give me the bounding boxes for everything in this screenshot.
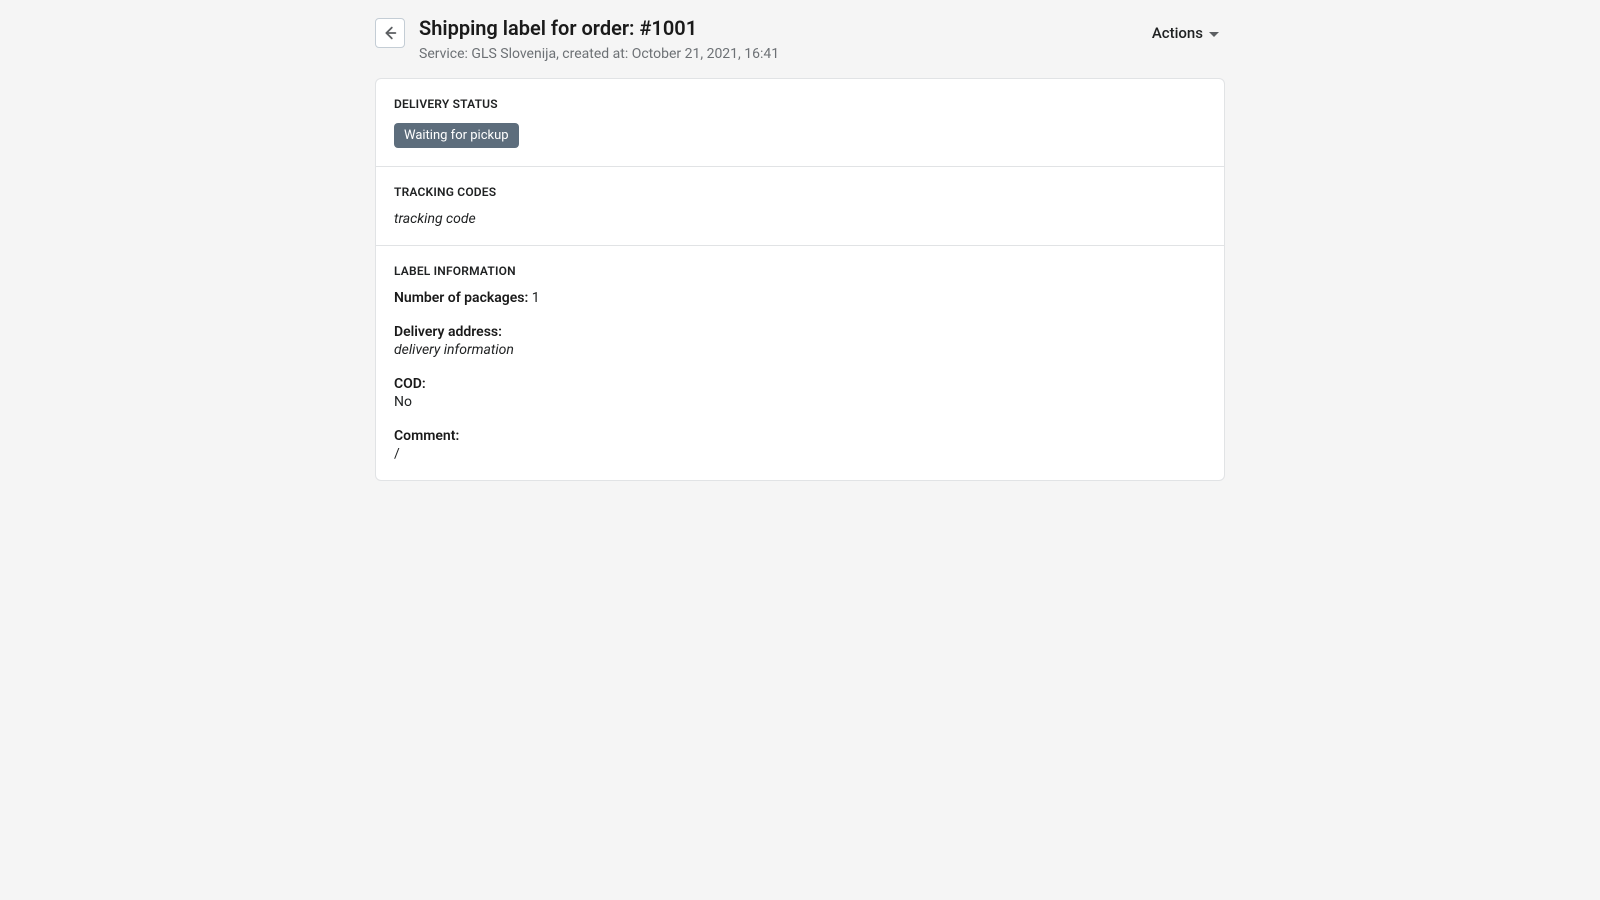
delivery-status-section: DELIVERY STATUS Waiting for pickup: [376, 79, 1224, 166]
page-subtitle: Service: GLS Slovenija, created at: Octo…: [419, 46, 779, 62]
label-info-heading: LABEL INFORMATION: [394, 264, 1206, 278]
num-packages-label: Number of packages:: [394, 290, 528, 306]
label-info-section: LABEL INFORMATION Number of packages: 1 …: [376, 245, 1224, 480]
delivery-address-row: Delivery address: delivery information: [394, 324, 1206, 358]
page-title: Shipping label for order: #1001: [419, 16, 779, 40]
status-badge: Waiting for pickup: [394, 123, 519, 148]
page-header: Shipping label for order: #1001 Service:…: [375, 16, 1225, 62]
chevron-down-icon: [1209, 32, 1219, 37]
tracking-code-value: tracking code: [394, 211, 1206, 227]
delivery-address-label: Delivery address:: [394, 324, 1206, 340]
num-packages-row: Number of packages: 1: [394, 290, 1206, 306]
cod-label: COD:: [394, 376, 1206, 392]
delivery-address-value: delivery information: [394, 342, 1206, 358]
comment-value: /: [394, 446, 1206, 462]
header-left: Shipping label for order: #1001 Service:…: [375, 16, 779, 62]
tracking-codes-heading: TRACKING CODES: [394, 185, 1206, 199]
num-packages-value: 1: [532, 290, 540, 306]
actions-label: Actions: [1152, 24, 1203, 42]
tracking-codes-section: TRACKING CODES tracking code: [376, 166, 1224, 245]
back-button[interactable]: [375, 18, 405, 48]
arrow-left-icon: [381, 24, 399, 42]
delivery-status-heading: DELIVERY STATUS: [394, 97, 1206, 111]
cod-value: No: [394, 394, 1206, 410]
comment-row: Comment: /: [394, 428, 1206, 462]
main-card: DELIVERY STATUS Waiting for pickup TRACK…: [375, 78, 1225, 481]
title-block: Shipping label for order: #1001 Service:…: [419, 16, 779, 62]
actions-button[interactable]: Actions: [1152, 16, 1225, 42]
cod-row: COD: No: [394, 376, 1206, 410]
comment-label: Comment:: [394, 428, 1206, 444]
